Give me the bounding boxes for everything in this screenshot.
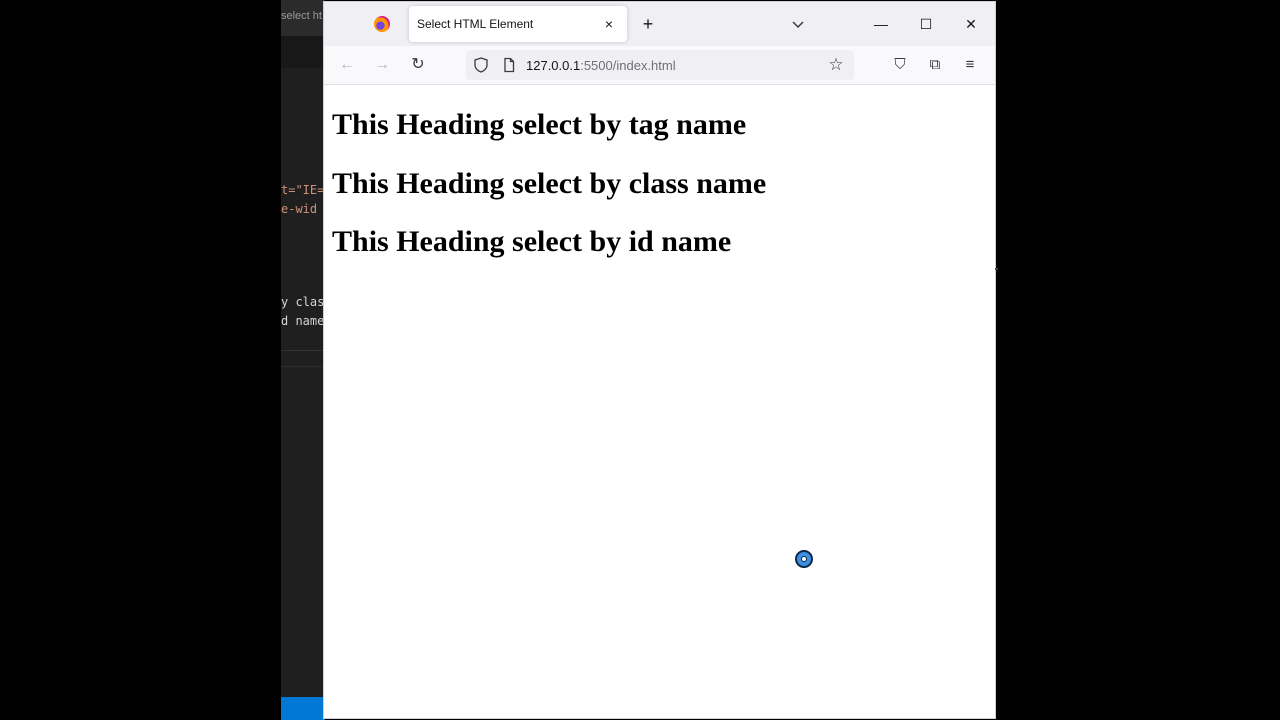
forward-button[interactable]: → <box>371 54 393 76</box>
code-line: y clas <box>281 295 325 309</box>
editor-divider <box>281 350 325 351</box>
heading-class-name: This Heading select by class name <box>332 167 767 200</box>
code-line: e-wid <box>281 202 318 216</box>
page-content: This Heading select by tag name This Hea… <box>324 85 995 718</box>
address-bar[interactable]: 127.0.0.1:5500/index.html ☆ <box>466 50 854 80</box>
browser-window: Select HTML Element × + — ☐ ✕ ← → ↻ 127.… <box>324 2 995 718</box>
editor-tabstrip <box>281 36 325 68</box>
url-host: 127.0.0.1 <box>526 58 581 73</box>
code-editor-window: select ht t="IE= e-wid y clas d name <box>281 0 325 720</box>
code-line: d name <box>281 314 325 328</box>
editor-divider <box>281 366 325 367</box>
editor-titlebar: select ht <box>281 0 325 36</box>
firefox-icon[interactable] <box>374 16 390 32</box>
back-button[interactable]: ← <box>336 54 358 76</box>
hamburger-menu-icon[interactable]: ≡ <box>960 55 980 75</box>
cursor-indicator-icon <box>795 550 813 568</box>
tab-bar: Select HTML Element × + — ☐ ✕ <box>324 2 995 46</box>
editor-title: select ht <box>281 10 322 22</box>
url-path: :5500/index.html <box>580 58 676 73</box>
code-line: t="IE= <box>281 183 325 197</box>
extensions-icon[interactable]: ⧉ <box>925 55 945 75</box>
heading-id-name: This Heading select by id name <box>332 225 732 258</box>
new-tab-button[interactable]: + <box>637 13 659 35</box>
reload-button[interactable]: ↻ <box>407 54 429 76</box>
maximize-button[interactable]: ☐ <box>903 6 949 42</box>
window-edge <box>995 268 998 270</box>
bookmark-star-icon[interactable]: ☆ <box>826 55 846 75</box>
minimize-button[interactable]: — <box>858 6 904 42</box>
chevron-down-icon[interactable] <box>788 14 808 34</box>
tab-title: Select HTML Element <box>417 17 534 31</box>
page-icon[interactable] <box>501 57 517 73</box>
heading-tag-name: This Heading select by tag name <box>332 108 747 141</box>
url-text[interactable]: 127.0.0.1:5500/index.html <box>526 58 676 73</box>
close-tab-icon[interactable]: × <box>599 14 619 34</box>
close-window-button[interactable]: ✕ <box>948 6 994 42</box>
pocket-icon[interactable]: ⛉ <box>890 55 910 75</box>
editor-statusbar <box>281 697 325 720</box>
shield-icon[interactable] <box>473 57 489 73</box>
navigation-toolbar: ← → ↻ 127.0.0.1:5500/index.html ☆ ⛉ ⧉ ≡ <box>324 46 995 85</box>
tab-select-html-element[interactable]: Select HTML Element × <box>409 6 627 42</box>
